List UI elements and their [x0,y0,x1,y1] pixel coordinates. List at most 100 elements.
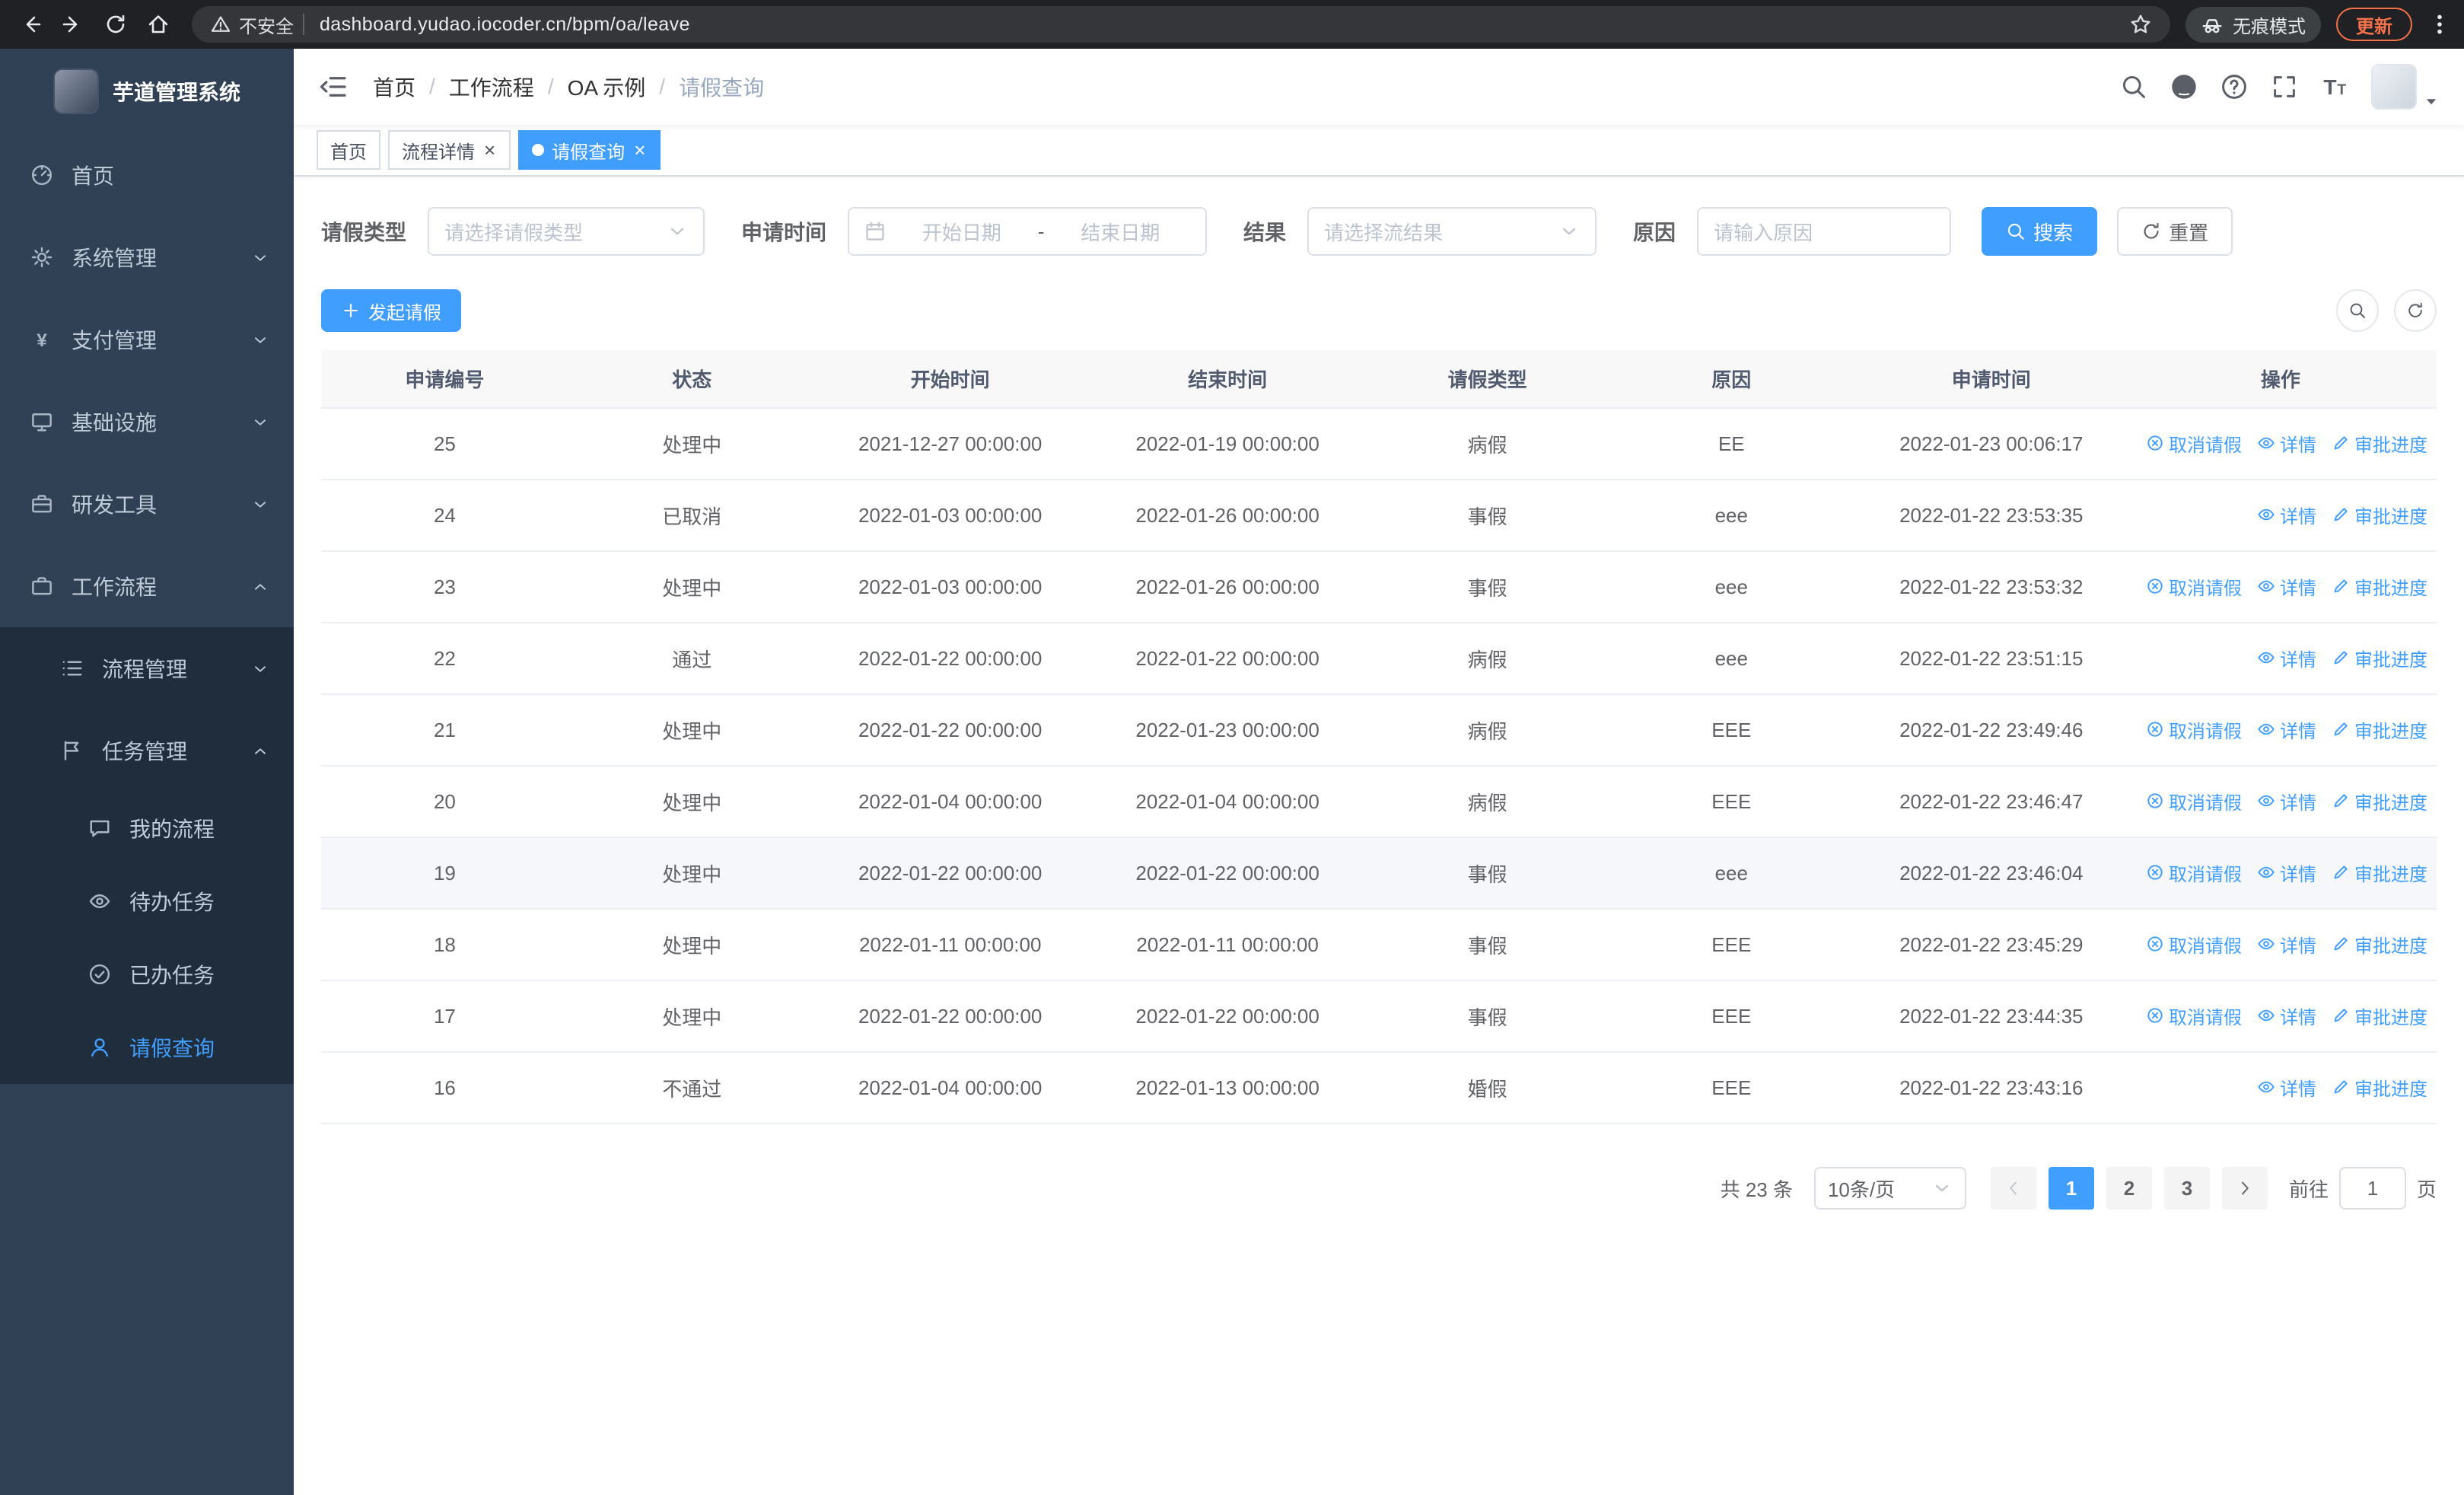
sidebar-item-工作流程[interactable]: 工作流程 [0,545,294,627]
prev-page-button[interactable] [1990,1167,2036,1210]
result-select[interactable]: 请选择流结果 [1307,207,1597,256]
font-size-icon[interactable]: TT [2321,73,2348,100]
sidebar-item-流程管理[interactable]: 流程管理 [0,627,294,709]
table-row: 20 处理中 2022-01-04 00:00:00 2022-01-04 00:00… [321,766,2437,838]
next-page-button[interactable] [2221,1167,2268,1210]
tools-icon [30,492,53,515]
sidebar-item-支付管理[interactable]: ¥ 支付管理 [0,298,294,381]
apply-time-range-picker[interactable]: 开始日期 - 结束日期 [848,207,1208,256]
approval-progress-link[interactable]: 审批进度 [2332,1074,2427,1101]
help-icon[interactable] [2220,73,2248,100]
app-logo-row[interactable]: 芋道管理系统 [0,49,294,134]
detail-link[interactable]: 详情 [2257,430,2316,457]
search-button-label: 搜索 [2033,221,2074,244]
leave-type-placeholder: 请选择请假类型 [444,221,584,244]
not-secure-warning-icon[interactable] [210,14,231,35]
sidebar-item-我的流程[interactable]: 我的流程 [0,792,294,865]
address-bar[interactable]: 不安全 dashboard.yudao.iocoder.cn/bpm/oa/le… [192,6,2170,43]
tab-首页[interactable]: 首页 [317,130,380,170]
detail-link[interactable]: 详情 [2257,931,2316,958]
bookmark-star-icon[interactable] [2129,13,2152,36]
briefcase-icon [30,575,53,598]
tab-close-icon[interactable]: × [482,140,497,160]
cancel-leave-link[interactable]: 取消请假 [2146,788,2242,814]
pen-icon [2332,863,2350,881]
breadcrumb-item[interactable]: OA 示例 [568,72,646,102]
cell-reason: eee [1604,480,1858,552]
detail-link[interactable]: 详情 [2257,1003,2316,1029]
sidebar-item-系统管理[interactable]: 系统管理 [0,216,294,298]
page-button-1[interactable]: 1 [2048,1167,2094,1210]
cell-end-time: 2022-01-26 00:00:00 [1084,551,1370,623]
breadcrumb-item[interactable]: 首页 [373,72,415,102]
fullscreen-icon[interactable] [2271,73,2298,100]
sidebar-toggle-icon[interactable] [318,72,349,102]
breadcrumb-item[interactable]: 工作流程 [449,72,534,102]
tab-请假查询[interactable]: 请假查询 × [518,130,661,170]
detail-link[interactable]: 详情 [2257,502,2316,528]
approval-progress-link[interactable]: 审批进度 [2332,931,2427,958]
approval-progress-link[interactable]: 审批进度 [2332,859,2427,886]
search-icon[interactable] [2120,73,2147,100]
approval-progress-link[interactable]: 审批进度 [2332,645,2427,671]
sidebar-item-任务管理[interactable]: 任务管理 [0,709,294,792]
sidebar-item-已办任务[interactable]: 已办任务 [0,938,294,1011]
detail-link[interactable]: 详情 [2257,716,2316,743]
page-size-select[interactable]: 10条/页 [1813,1167,1966,1210]
browser-forward-icon[interactable] [55,6,91,43]
reason-input[interactable]: 请输入原因 [1697,207,1952,256]
cell-status: 通过 [568,623,816,695]
cancel-leave-link[interactable]: 取消请假 [2146,1003,2242,1029]
detail-link[interactable]: 详情 [2257,645,2316,671]
sidebar-item-请假查询[interactable]: 请假查询 [0,1011,294,1084]
detail-link[interactable]: 详情 [2257,1074,2316,1101]
user-menu[interactable] [2371,64,2440,110]
approval-progress-link[interactable]: 审批进度 [2332,1003,2427,1029]
tab-流程详情[interactable]: 流程详情 × [388,130,511,170]
leave-type-select[interactable]: 请选择请假类型 [428,207,705,256]
approval-progress-link[interactable]: 审批进度 [2332,430,2427,457]
detail-link[interactable]: 详情 [2257,788,2316,814]
cell-id: 22 [321,623,568,695]
browser-menu-icon[interactable] [2427,12,2452,37]
create-leave-button[interactable]: 发起请假 [321,289,461,332]
github-icon[interactable] [2170,73,2198,100]
table-row: 16 不通过 2022-01-04 00:00:00 2022-01-13 00:00… [321,1052,2437,1124]
sidebar-item-研发工具[interactable]: 研发工具 [0,463,294,545]
toggle-search-button[interactable] [2336,289,2379,332]
pagination: 共 23 条 10条/页 123 前往 1 页 [321,1167,2437,1210]
sidebar-item-待办任务[interactable]: 待办任务 [0,865,294,938]
svg-text:¥: ¥ [37,330,47,351]
cancel-leave-link[interactable]: 取消请假 [2146,716,2242,743]
detail-link[interactable]: 详情 [2257,859,2316,886]
search-button[interactable]: 搜索 [1982,207,2098,256]
reason-label: 原因 [1633,221,1676,244]
cancel-leave-link[interactable]: 取消请假 [2146,430,2242,457]
reset-button[interactable]: 重置 [2117,207,2233,256]
sidebar-item-首页[interactable]: 首页 [0,134,294,216]
browser-home-icon[interactable] [140,6,177,43]
browser-update-button[interactable]: 更新 [2336,8,2412,41]
sidebar-item-基础设施[interactable]: 基础设施 [0,381,294,463]
browser-reload-icon[interactable] [97,6,134,43]
create-leave-label: 发起请假 [368,302,441,324]
detail-link[interactable]: 详情 [2257,573,2316,600]
approval-progress-link[interactable]: 审批进度 [2332,716,2427,743]
approval-progress-link[interactable]: 审批进度 [2332,573,2427,600]
browser-back-icon[interactable] [12,6,49,43]
cancel-leave-link[interactable]: 取消请假 [2146,573,2242,600]
incognito-icon [2201,13,2224,36]
approval-progress-link[interactable]: 审批进度 [2332,788,2427,814]
approval-progress-link[interactable]: 审批进度 [2332,502,2427,528]
cell-actions: 取消请假 详情 审批进度 [2124,694,2437,767]
page-button-3[interactable]: 3 [2163,1167,2210,1210]
refresh-table-button[interactable] [2394,289,2437,332]
tab-close-icon[interactable]: × [632,140,647,160]
chevron-right-icon [2236,1179,2254,1197]
page-button-2[interactable]: 2 [2106,1167,2152,1210]
cancel-leave-link[interactable]: 取消请假 [2146,931,2242,958]
goto-page-input[interactable]: 1 [2338,1167,2406,1210]
cancel-leave-link[interactable]: 取消请假 [2146,859,2242,886]
cell-id: 25 [321,408,568,480]
avatar[interactable] [2371,64,2417,110]
